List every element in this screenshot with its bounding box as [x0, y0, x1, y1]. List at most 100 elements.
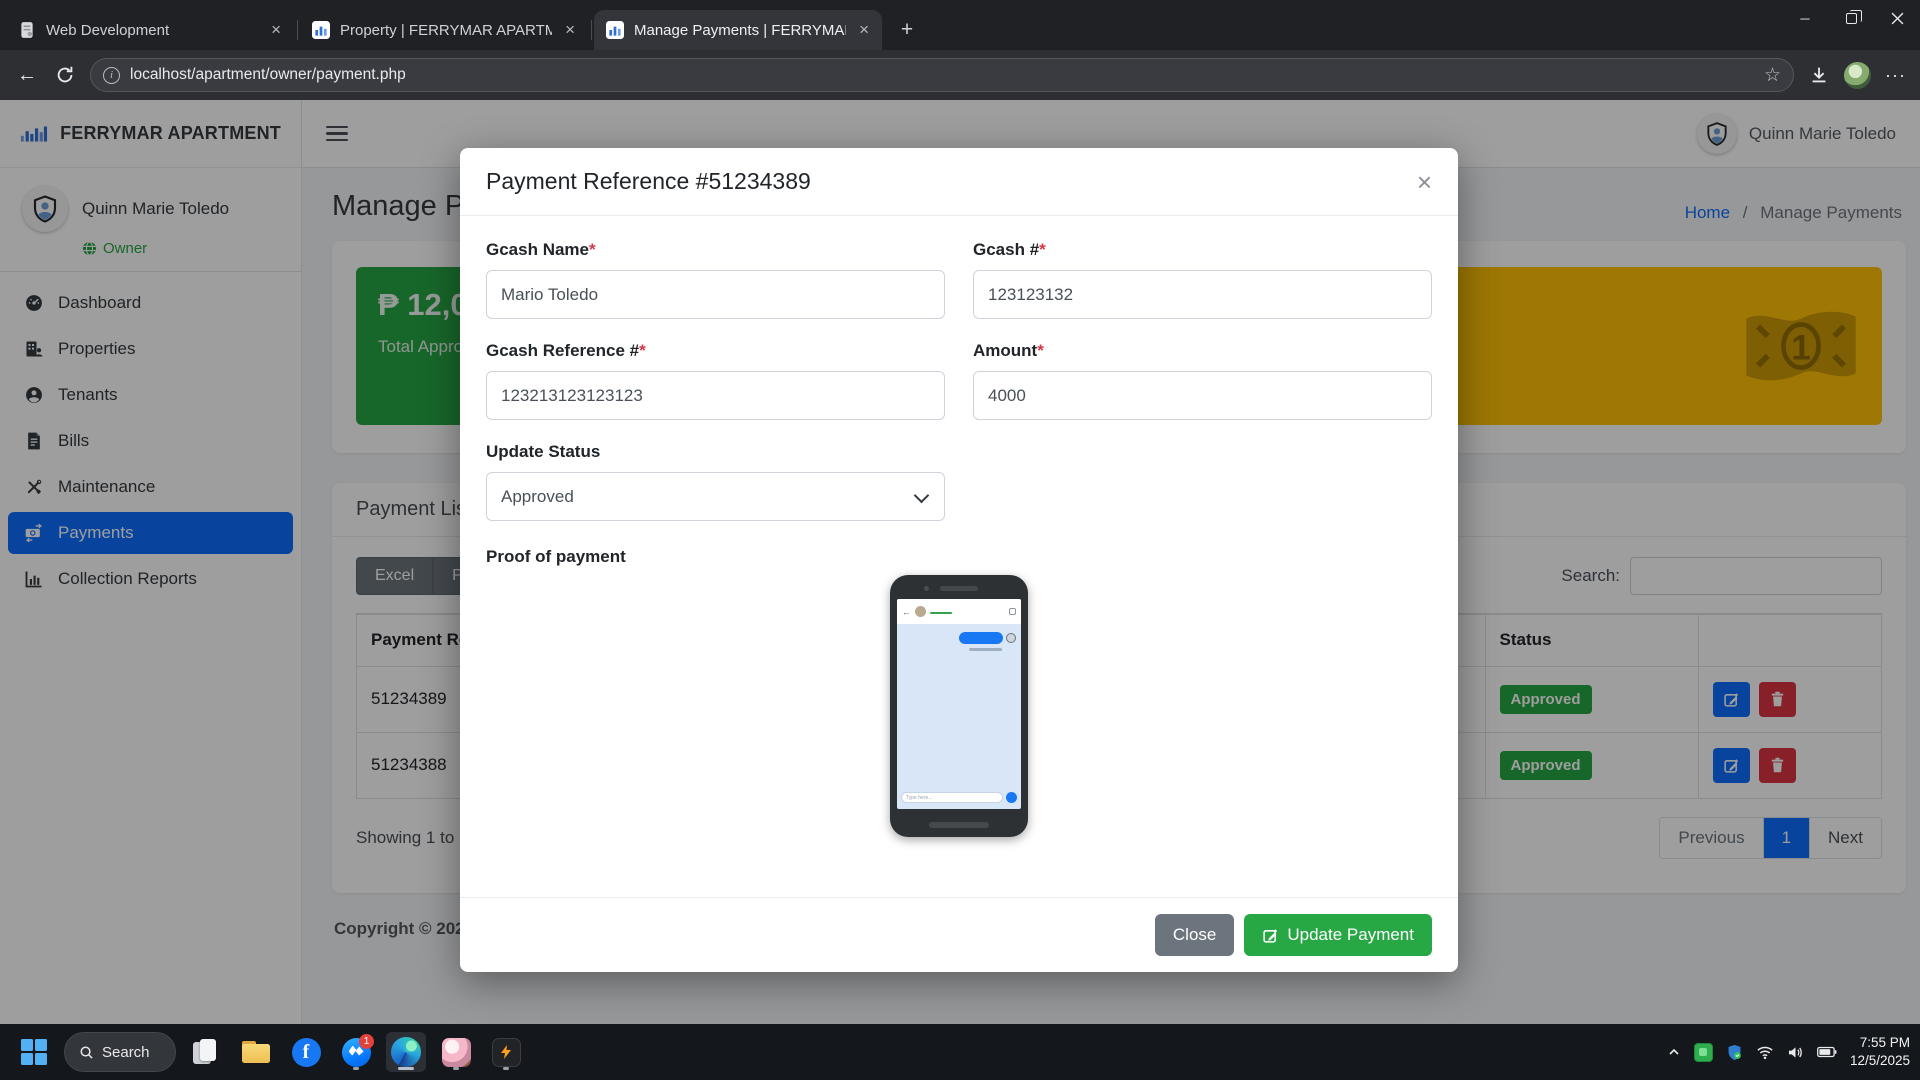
file-explorer-icon[interactable]: [236, 1032, 276, 1072]
lightning-app-icon[interactable]: [486, 1032, 526, 1072]
update-payment-label: Update Payment: [1287, 925, 1414, 945]
address-bar[interactable]: i localhost/apartment/owner/payment.php …: [90, 58, 1794, 92]
tab-title: Manage Payments | FERRYMAR AP: [634, 22, 846, 39]
gcash-number-field[interactable]: [973, 270, 1432, 319]
window-stack-icon: [193, 1039, 219, 1065]
browser-tab-strip: Web Development × Property | FERRYMAR AP…: [0, 0, 1920, 50]
tab-close-icon[interactable]: ×: [562, 20, 578, 40]
chat-back-icon: ←: [902, 607, 911, 617]
chat-contact: [930, 609, 1005, 614]
page-viewport: FERRYMAR APARTMENT Quinn Marie Toledo Ow…: [0, 100, 1920, 1024]
edit-icon: [1262, 927, 1279, 944]
phone-camera-dot: [924, 586, 929, 591]
search-icon: [79, 1045, 94, 1060]
task-view-icon[interactable]: [186, 1032, 226, 1072]
bolt-icon: [498, 1044, 514, 1060]
required-asterisk: *: [639, 341, 646, 360]
taskbar-clock[interactable]: 7:55 PM 12/5/2025: [1850, 1034, 1910, 1070]
chat-input-row: Type here...: [897, 791, 1021, 809]
screen: Web Development × Property | FERRYMAR AP…: [0, 0, 1920, 1080]
chat-message-avatar: [1006, 633, 1016, 643]
document-favicon-icon: [18, 21, 36, 39]
required-asterisk: *: [1037, 341, 1044, 360]
refresh-icon[interactable]: [54, 64, 76, 86]
tab-web-development[interactable]: Web Development ×: [6, 10, 294, 50]
new-tab-button[interactable]: +: [892, 15, 922, 45]
edge-browser-icon[interactable]: [386, 1032, 426, 1072]
tab-close-icon[interactable]: ×: [856, 20, 872, 40]
gcash-reference-field[interactable]: [486, 371, 945, 420]
tab-property[interactable]: Property | FERRYMAR APARTMENT ×: [300, 10, 588, 50]
window-restore-button[interactable]: [1828, 0, 1874, 36]
url-text[interactable]: localhost/apartment/owner/payment.php: [130, 66, 1754, 84]
green-app-tray-icon[interactable]: [1694, 1043, 1713, 1062]
chat-avatar: [915, 606, 926, 617]
tab-manage-payments[interactable]: Manage Payments | FERRYMAR AP ×: [594, 10, 882, 50]
gcash-name-label: Gcash Name: [486, 240, 589, 259]
amount-field[interactable]: [973, 371, 1432, 420]
browser-menu-icon[interactable]: ···: [1885, 65, 1906, 86]
notification-badge: 1: [359, 1034, 374, 1049]
required-asterisk: *: [589, 240, 596, 259]
tab-separator: [297, 20, 298, 40]
tab-close-icon[interactable]: ×: [268, 20, 284, 40]
gcash-reference-label: Gcash Reference #: [486, 341, 639, 360]
phone-speaker: [940, 586, 978, 591]
taskbar: Search f 1: [0, 1024, 1920, 1080]
bookmark-star-icon[interactable]: ☆: [1764, 64, 1781, 87]
avatar-app-icon[interactable]: [436, 1032, 476, 1072]
downloads-icon[interactable]: [1808, 64, 1830, 86]
avatar-image-icon: [442, 1038, 471, 1067]
clock-date: 12/5/2025: [1850, 1052, 1910, 1070]
phone-home-bar: [929, 822, 989, 828]
chart-favicon-icon: [606, 21, 624, 39]
active-app-indicator: [398, 1067, 414, 1070]
volume-icon[interactable]: [1787, 1045, 1804, 1060]
chat-call-icon: [1009, 608, 1016, 615]
taskbar-search[interactable]: Search: [64, 1032, 176, 1072]
running-indicator: [353, 1067, 359, 1070]
clock-time: 7:55 PM: [1850, 1034, 1910, 1052]
chat-header: ←: [897, 599, 1021, 624]
wifi-icon[interactable]: [1756, 1045, 1774, 1060]
proof-of-payment-image[interactable]: ←: [890, 575, 1028, 837]
phone-screen: ←: [897, 599, 1021, 809]
tray-chevron-up-icon[interactable]: [1667, 1045, 1681, 1059]
modal-close-icon[interactable]: ×: [1417, 169, 1432, 195]
windows-logo-icon: [21, 1039, 48, 1066]
gcash-number-label: Gcash #: [973, 240, 1039, 259]
messenger-icon[interactable]: 1: [336, 1032, 376, 1072]
start-button[interactable]: [14, 1032, 54, 1072]
required-asterisk: *: [1039, 240, 1046, 259]
browser-toolbar: ← i localhost/apartment/owner/payment.ph…: [0, 50, 1920, 100]
running-indicator: [503, 1067, 509, 1070]
tab-title: Property | FERRYMAR APARTMENT: [340, 22, 552, 39]
gcash-name-field[interactable]: [486, 270, 945, 319]
proof-of-payment-label: Proof of payment: [486, 547, 1432, 567]
bolt-tile-icon: [492, 1038, 521, 1067]
facebook-icon[interactable]: f: [286, 1032, 326, 1072]
battery-icon[interactable]: [1817, 1046, 1837, 1058]
window-controls: ─: [1782, 0, 1920, 36]
edge-logo-icon: [391, 1037, 421, 1067]
window-minimize-button[interactable]: ─: [1782, 0, 1828, 36]
taskbar-search-label: Search: [102, 1044, 150, 1061]
close-icon: [1891, 12, 1904, 25]
update-payment-button[interactable]: Update Payment: [1244, 914, 1432, 956]
security-shield-icon[interactable]: [1726, 1044, 1743, 1061]
page-info-icon[interactable]: i: [103, 67, 120, 84]
chat-timestamp: [969, 648, 1002, 651]
restore-icon: [1846, 13, 1857, 24]
chat-send-icon: [1006, 792, 1017, 803]
modal-title: Payment Reference #51234389: [486, 168, 811, 195]
update-status-label: Update Status: [486, 442, 600, 461]
amount-label: Amount: [973, 341, 1037, 360]
modal-close-button[interactable]: Close: [1155, 914, 1234, 956]
window-close-button[interactable]: [1874, 0, 1920, 36]
back-icon[interactable]: ←: [14, 64, 40, 87]
tab-separator: [591, 20, 592, 40]
update-status-select[interactable]: Approved: [486, 472, 945, 521]
chat-body: [897, 624, 1021, 791]
payment-modal: Payment Reference #51234389 × Gcash Name…: [460, 148, 1458, 972]
browser-profile-avatar[interactable]: [1844, 62, 1871, 89]
